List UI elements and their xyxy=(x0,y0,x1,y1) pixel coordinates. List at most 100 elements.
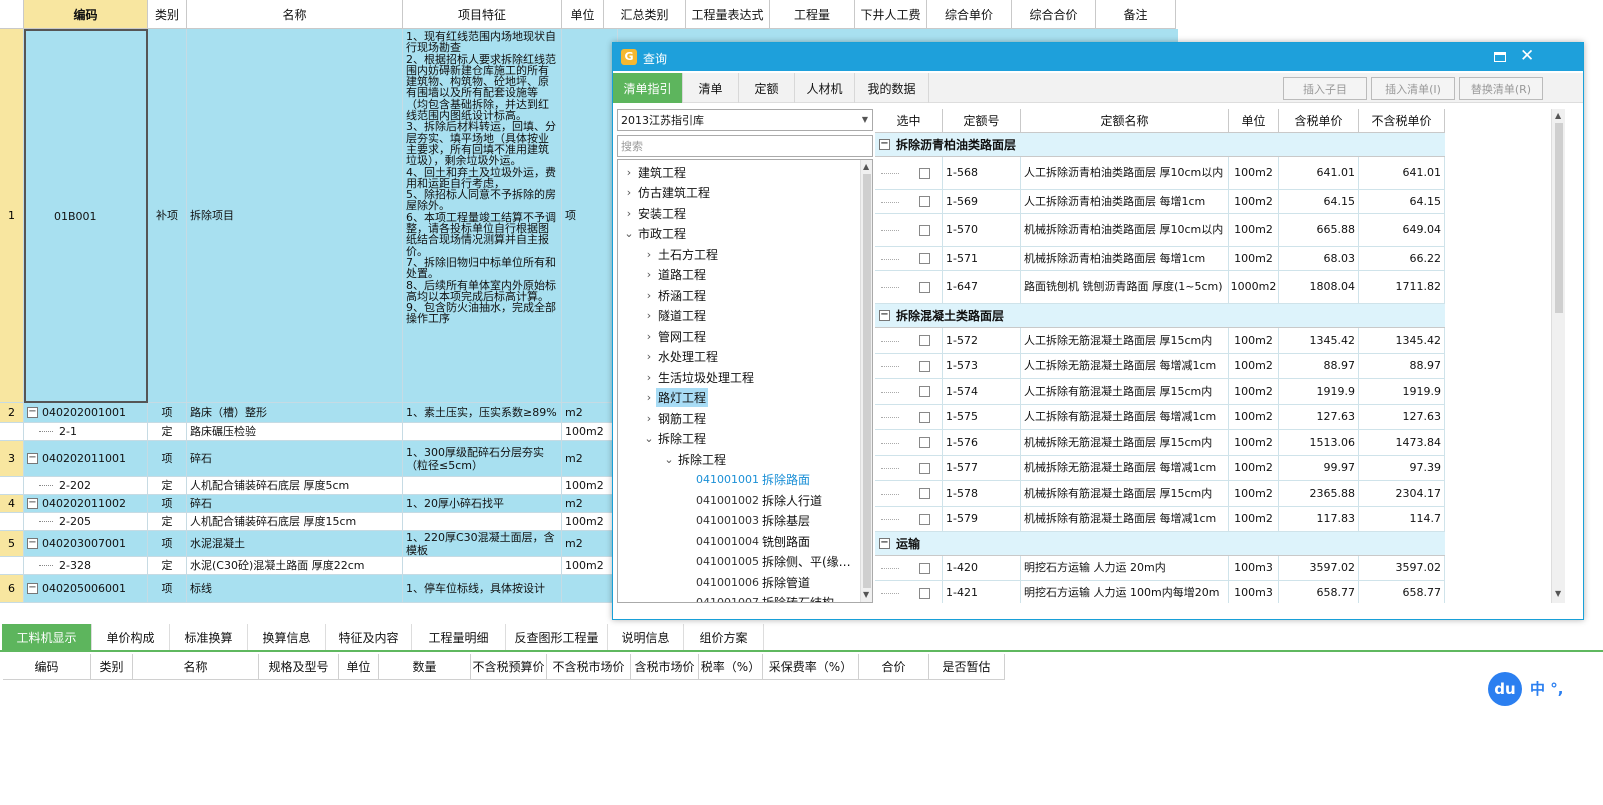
tree-node[interactable]: › 土石方工程 xyxy=(618,244,858,264)
code-cell[interactable]: −040202011002 xyxy=(24,495,148,513)
quota-column-header[interactable]: 单位 xyxy=(1229,109,1279,133)
quota-code-cell[interactable]: 1-576 xyxy=(943,430,1021,456)
select-checkbox[interactable] xyxy=(919,587,930,599)
type-cell[interactable]: 定 xyxy=(148,513,187,531)
column-header[interactable]: 综合合价 xyxy=(1012,0,1096,29)
quota-row[interactable]: 1-578 机械拆除有筋混凝土路面层 厚15cm内 100m2 2365.88 2304… xyxy=(875,481,1445,507)
tree-node[interactable]: 041001001 拆除路面 xyxy=(618,470,858,490)
name-cell[interactable]: 标线 xyxy=(187,575,403,603)
notax-price-cell[interactable]: 1711.82 xyxy=(1359,271,1445,304)
tax-price-cell[interactable]: 68.03 xyxy=(1279,247,1359,271)
select-cell[interactable] xyxy=(875,271,943,304)
quota-unit-cell[interactable]: 100m2 xyxy=(1229,157,1279,190)
type-cell[interactable]: 项 xyxy=(148,403,187,423)
quota-row[interactable]: 1-572 人工拆除无筋混凝土路面层 厚15cm内 100m2 1345.42 1345… xyxy=(875,328,1445,354)
select-cell[interactable] xyxy=(875,556,943,581)
feature-cell[interactable]: 1、现有红线范围内场地现状自行现场勘查 2、根据招标人要求拆除红线范围内妨碍新建… xyxy=(403,29,562,403)
select-cell[interactable] xyxy=(875,214,943,247)
table-row[interactable]: 6−040205006001 项标线 1、停车位标线，具体按设计 xyxy=(0,575,618,603)
column-header[interactable]: 单位 xyxy=(562,0,604,29)
code-cell[interactable]: 2-205 xyxy=(24,513,148,531)
quota-code-cell[interactable]: 1-569 xyxy=(943,190,1021,214)
collapse-icon[interactable]: − xyxy=(27,407,38,418)
dialog-tab[interactable]: 清单 xyxy=(683,73,739,103)
notax-price-cell[interactable]: 3597.02 xyxy=(1359,556,1445,581)
type-cell[interactable]: 项 xyxy=(148,495,187,513)
tree-node[interactable]: › 仿古建筑工程 xyxy=(618,183,858,203)
column-header[interactable]: 综合单价 xyxy=(927,0,1012,29)
quota-code-cell[interactable]: 1-572 xyxy=(943,328,1021,354)
notax-price-cell[interactable]: 88.97 xyxy=(1359,354,1445,379)
select-cell[interactable] xyxy=(875,430,943,456)
tree-node[interactable]: 041001005 拆除侧、平(缘… xyxy=(618,552,858,572)
quota-column-header[interactable]: 定额名称 xyxy=(1021,109,1229,133)
quota-unit-cell[interactable]: 100m2 xyxy=(1229,214,1279,247)
type-cell[interactable]: 补项 xyxy=(148,29,187,403)
select-cell[interactable] xyxy=(875,157,943,190)
collapse-icon[interactable]: − xyxy=(879,538,890,549)
resource-column-header[interactable]: 合价 xyxy=(859,654,929,680)
column-header[interactable]: 工程量 xyxy=(770,0,855,29)
quota-row[interactable]: 1-579 机械拆除有筋混凝土路面层 每增减1cm 100m2 117.83 114.7 xyxy=(875,507,1445,532)
quota-code-cell[interactable]: 1-574 xyxy=(943,379,1021,405)
quota-unit-cell[interactable]: 100m2 xyxy=(1229,405,1279,430)
quota-column-header[interactable]: 不含税单价 xyxy=(1359,109,1445,133)
tree-node[interactable]: ⌄ 市政工程 xyxy=(618,224,858,244)
resource-column-header[interactable]: 含税市场价 xyxy=(631,654,699,680)
tab-bottom[interactable]: 说明信息 xyxy=(608,624,684,650)
quota-unit-cell[interactable]: 100m3 xyxy=(1229,556,1279,581)
quota-code-cell[interactable]: 1-421 xyxy=(943,581,1021,603)
notax-price-cell[interactable]: 1473.84 xyxy=(1359,430,1445,456)
tax-price-cell[interactable]: 1345.42 xyxy=(1279,328,1359,354)
scroll-down-icon[interactable]: ▼ xyxy=(1555,589,1561,598)
table-row[interactable]: 2-328 定水泥(C30砼)混凝土路面 厚度22cm 100m2 xyxy=(0,557,618,575)
select-checkbox[interactable] xyxy=(919,360,930,372)
tax-price-cell[interactable]: 3597.02 xyxy=(1279,556,1359,581)
tax-price-cell[interactable]: 88.97 xyxy=(1279,354,1359,379)
resource-column-header[interactable]: 编码 xyxy=(3,654,91,680)
dialog-titlebar[interactable]: G 查询 ✕ xyxy=(613,43,1583,71)
close-icon[interactable]: ✕ xyxy=(1520,46,1534,66)
tab-bottom[interactable]: 换算信息 xyxy=(248,624,326,650)
expand-caret-icon[interactable]: › xyxy=(642,330,656,343)
table-row[interactable]: 2-202 定人机配合铺装碎石底层 厚度5cm 100m2 xyxy=(0,477,618,495)
table-row[interactable]: 4−040202011002 项碎石 1、20厚小碎石找平 m2 xyxy=(0,495,618,513)
quota-name-cell[interactable]: 人工拆除无筋混凝土路面层 厚15cm内 xyxy=(1021,328,1229,354)
quota-name-cell[interactable]: 机械拆除沥青柏油类路面层 每增1cm xyxy=(1021,247,1229,271)
select-checkbox[interactable] xyxy=(919,386,930,397)
quota-row[interactable]: 1-574 人工拆除有筋混凝土路面层 厚15cm内 100m2 1919.9 1919.… xyxy=(875,379,1445,405)
tax-price-cell[interactable]: 127.63 xyxy=(1279,405,1359,430)
feature-cell[interactable]: 1、素土压实，压实系数≥89% xyxy=(403,403,562,423)
table-row[interactable]: 2-1 定路床碾压检验 100m2 xyxy=(0,423,618,441)
quota-code-cell[interactable]: 1-578 xyxy=(943,481,1021,507)
select-checkbox[interactable] xyxy=(919,562,930,574)
quota-unit-cell[interactable]: 100m2 xyxy=(1229,328,1279,354)
ime-widget[interactable]: du 中 °, xyxy=(1488,672,1603,706)
name-cell[interactable]: 碎石 xyxy=(187,441,403,477)
quota-row[interactable]: 1-577 机械拆除无筋混凝土路面层 每增减1cm 100m2 99.97 97.39 xyxy=(875,456,1445,481)
quota-row[interactable]: 1-570 机械拆除沥青柏油类路面层 厚10cm以内 100m2 665.88 649.… xyxy=(875,214,1445,247)
expand-caret-icon[interactable]: › xyxy=(642,289,656,302)
feature-cell[interactable] xyxy=(403,423,562,441)
unit-cell[interactable]: 100m2 xyxy=(562,557,618,575)
resource-column-header[interactable]: 是否暂估 xyxy=(929,654,1005,680)
select-cell[interactable] xyxy=(875,405,943,430)
resource-column-header[interactable]: 不含税市场价 xyxy=(547,654,631,680)
notax-price-cell[interactable]: 658.77 xyxy=(1359,581,1445,603)
select-cell[interactable] xyxy=(875,379,943,405)
quota-row[interactable]: 1-421 明挖石方运输 人力运 100m内每增20m 100m3 658.77 658… xyxy=(875,581,1445,603)
quota-code-cell[interactable]: 1-570 xyxy=(943,214,1021,247)
tree-node[interactable]: 041001006 拆除管道 xyxy=(618,572,858,592)
expand-caret-icon[interactable]: › xyxy=(642,309,656,322)
quota-unit-cell[interactable]: 100m2 xyxy=(1229,247,1279,271)
select-checkbox[interactable] xyxy=(919,253,930,264)
resource-column-header[interactable]: 规格及型号 xyxy=(259,654,339,680)
feature-cell[interactable]: 1、300厚级配碎石分层夯实（粒径≤5cm） xyxy=(403,441,562,477)
tax-price-cell[interactable]: 1919.9 xyxy=(1279,379,1359,405)
quota-row[interactable]: 1-420 明挖石方运输 人力运 20m内 100m3 3597.02 3597.02 xyxy=(875,556,1445,581)
quota-unit-cell[interactable]: 100m3 xyxy=(1229,581,1279,603)
name-cell[interactable]: 水泥(C30砼)混凝土路面 厚度22cm xyxy=(187,557,403,575)
expand-caret-icon[interactable]: ⌄ xyxy=(662,453,676,466)
type-cell[interactable]: 定 xyxy=(148,477,187,495)
tab-bottom[interactable]: 单价构成 xyxy=(92,624,170,650)
